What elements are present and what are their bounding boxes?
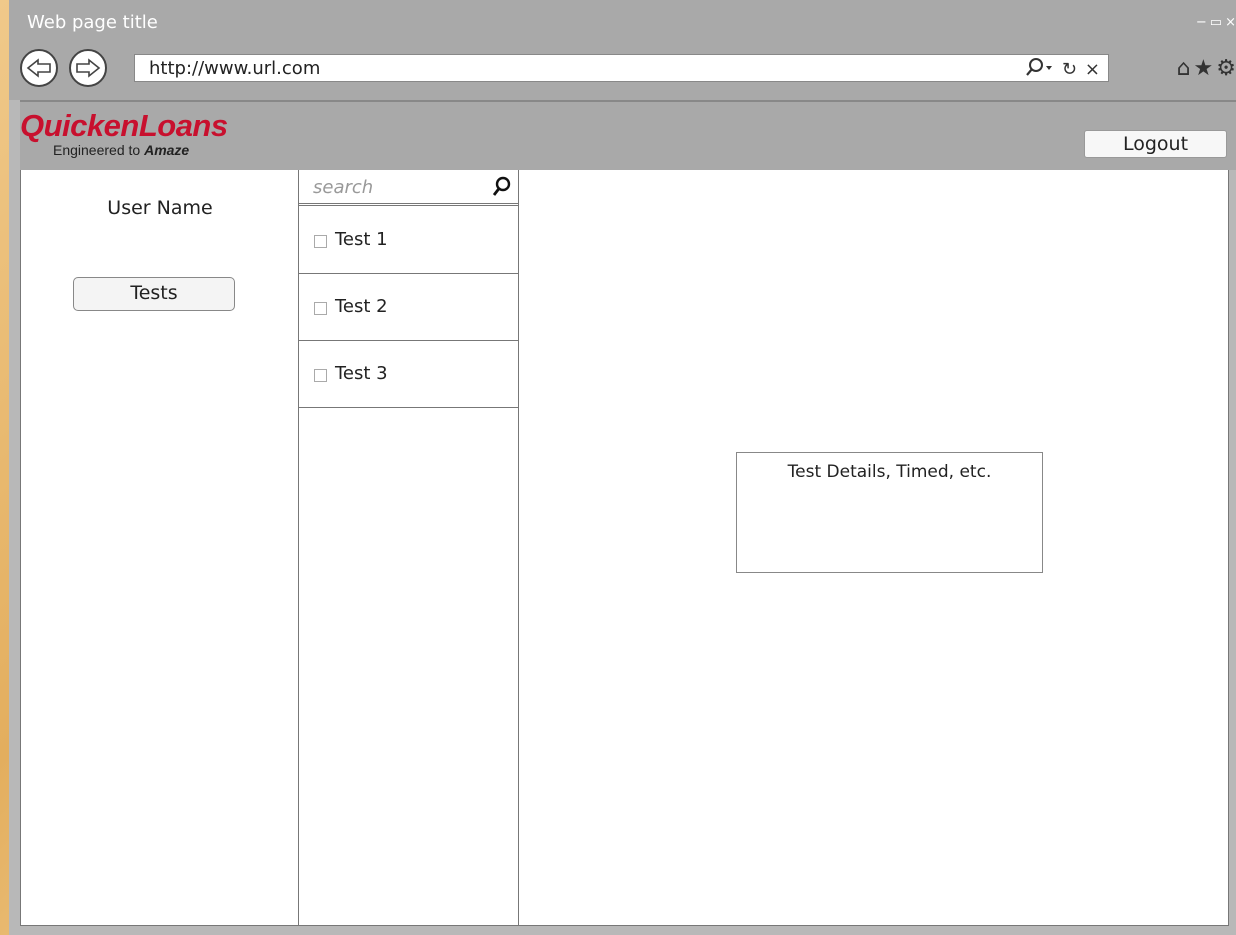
test-details-text: Test Details, Timed, etc.	[787, 462, 992, 482]
close-icon[interactable]: ×	[1225, 16, 1236, 29]
forward-arrow-icon	[76, 58, 101, 78]
search-dropdown-icon[interactable]	[1024, 57, 1054, 82]
home-icon[interactable]: ⌂	[1177, 56, 1191, 81]
title-bar: Web page title − ▭ ×	[9, 0, 1236, 42]
browser-window: Web page title − ▭ × http://www.url.com	[9, 0, 1236, 935]
window-title: Web page title	[27, 12, 158, 33]
stop-icon[interactable]: ×	[1085, 59, 1100, 80]
logo-tagline: Engineered to Amaze	[53, 142, 228, 158]
back-arrow-icon	[26, 58, 51, 78]
logo-tagline-emphasis: Amaze	[144, 142, 190, 158]
quicken-loans-logo: QuickenLoans Engineered to Amaze	[20, 108, 228, 159]
tests-button[interactable]: Tests	[73, 277, 235, 311]
list-item[interactable]: Test 1	[299, 207, 518, 274]
logo-wordmark: QuickenLoans	[20, 108, 228, 143]
address-bar: http://www.url.com ↻ × ⌂ ★ ⚙	[9, 42, 1236, 100]
app-header: QuickenLoans Engineered to Amaze Logout	[20, 100, 1236, 170]
maximize-icon[interactable]: ▭	[1210, 16, 1222, 29]
search-input[interactable]	[313, 175, 478, 199]
url-text: http://www.url.com	[149, 58, 321, 79]
refresh-icon[interactable]: ↻	[1062, 59, 1077, 80]
gear-icon[interactable]: ⚙	[1216, 56, 1236, 81]
test-label: Test 1	[335, 229, 388, 250]
forward-button[interactable]	[69, 49, 107, 87]
back-button[interactable]	[20, 49, 58, 87]
star-icon[interactable]: ★	[1194, 56, 1214, 81]
logout-button[interactable]: Logout	[1084, 130, 1227, 158]
test-label: Test 3	[335, 363, 388, 384]
url-tools: ↻ ×	[1024, 57, 1100, 82]
search-icon[interactable]	[492, 176, 512, 198]
test-checkbox[interactable]	[314, 369, 327, 382]
test-checkbox[interactable]	[314, 235, 327, 248]
list-item[interactable]: Test 3	[299, 341, 518, 408]
test-label: Test 2	[335, 296, 388, 317]
url-field[interactable]: http://www.url.com ↻ ×	[134, 54, 1109, 82]
window-controls: − ▭ ×	[1196, 16, 1236, 29]
user-name: User Name	[107, 197, 213, 219]
list-item[interactable]: Test 2	[299, 274, 518, 341]
test-checkbox[interactable]	[314, 302, 327, 315]
logo-tagline-prefix: Engineered to	[53, 142, 141, 158]
test-list-panel: Test 1 Test 2 Test 3	[299, 170, 519, 925]
user-sidebar: User Name Tests	[21, 170, 299, 925]
search-box	[299, 170, 518, 206]
main-content: User Name Tests Test 1 Test 2 Test	[20, 170, 1229, 926]
test-details-panel: Test Details, Timed, etc.	[736, 452, 1043, 573]
browser-toolbar-icons: ⌂ ★ ⚙	[1177, 56, 1236, 81]
minimize-icon[interactable]: −	[1196, 16, 1207, 29]
